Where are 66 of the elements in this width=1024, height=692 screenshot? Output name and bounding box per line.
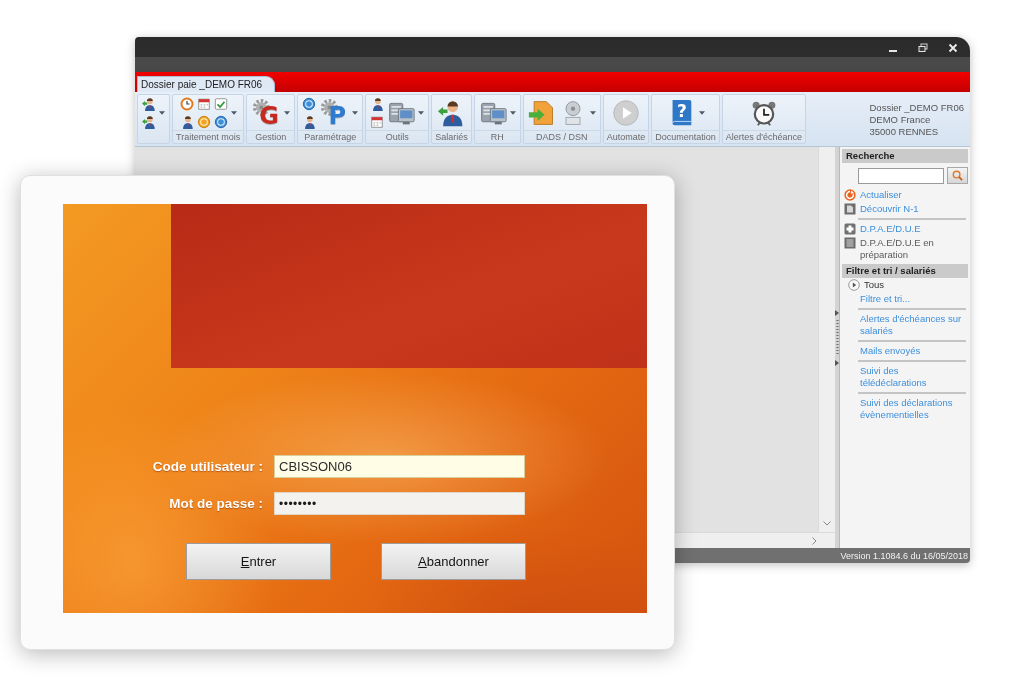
password-field[interactable]: ••••••••: [274, 492, 525, 515]
caret-icon[interactable]: [509, 110, 516, 115]
arrow-right-icon[interactable]: [835, 360, 839, 366]
calendar-icon[interactable]: [370, 114, 385, 129]
filter-option[interactable]: Tous: [860, 279, 885, 291]
person-icon[interactable]: [370, 96, 385, 111]
caret-icon[interactable]: [589, 110, 596, 115]
file-info-text: 35000 RENNES: [869, 126, 940, 138]
search-field[interactable]: [858, 167, 944, 184]
person-icon[interactable]: [302, 114, 317, 129]
file-info-text: Dossier _DEMO FR06: [869, 102, 964, 114]
ribbon-group-label: Automate: [603, 130, 649, 143]
caret-icon[interactable]: [418, 110, 425, 115]
ribbon-group-label: DADS / DSN: [523, 130, 600, 143]
person-icon[interactable]: [142, 114, 156, 129]
sidebar-link[interactable]: Actualiser: [860, 189, 902, 201]
restore-icon[interactable]: [918, 43, 928, 53]
close-icon[interactable]: [948, 43, 958, 53]
sidebar-link[interactable]: Mails envoyés: [860, 345, 921, 357]
section-header: Recherche: [842, 149, 968, 163]
ribbon-group-label: RH: [474, 130, 520, 143]
chevron-right-icon[interactable]: [812, 536, 817, 545]
caret-icon[interactable]: [699, 110, 705, 115]
checkmark-icon[interactable]: [213, 96, 228, 111]
ribbon-group-label: Documentation: [652, 130, 719, 143]
ribbon-group-label: Outils: [366, 130, 429, 143]
ribbon-group-label: Alertes d'échéance: [722, 130, 806, 143]
ribbon-group-label: Salariés: [432, 130, 471, 143]
caret-icon[interactable]: [352, 110, 359, 115]
search-button[interactable]: [947, 167, 968, 184]
sidebar-link[interactable]: Suivi des télédéclarations: [860, 365, 964, 389]
coin-icon[interactable]: [302, 96, 317, 111]
person-icon[interactable]: [142, 96, 156, 111]
field-label: Mot de passe :: [168, 496, 263, 511]
search-icon: [952, 170, 963, 181]
cancel-button[interactable]: Abandonner: [381, 543, 526, 580]
play-circle-icon: [848, 279, 860, 291]
caret-icon[interactable]: [284, 110, 291, 115]
ribbon-group-label: Gestion: [247, 130, 295, 143]
arrow-right-icon[interactable]: [835, 310, 839, 316]
field-label: Code utilisateur :: [151, 459, 263, 474]
refresh-icon: [844, 189, 856, 201]
caret-icon[interactable]: [159, 110, 165, 115]
file-info-text: DEMO France: [869, 114, 932, 126]
chevron-down-icon[interactable]: [823, 521, 831, 526]
enter-button[interactable]: Entrer: [186, 543, 331, 580]
list-icon: [844, 237, 856, 249]
section-header: Filtre et tri / salariés: [842, 264, 968, 278]
sidebar-text: D.P.A.E/D.U.E en préparation: [860, 237, 935, 261]
document-icon[interactable]: [527, 98, 556, 127]
ribbon-group-label: Traitement mois: [173, 130, 244, 143]
document-icon: [844, 203, 856, 215]
plus-icon: [844, 223, 856, 235]
calendar-icon[interactable]: [196, 96, 211, 111]
username-field[interactable]: CBISSON06: [274, 455, 525, 478]
version-text: Version 1.1084.6 du 16/05/2018: [840, 550, 968, 561]
sidebar-link[interactable]: Alertes d'échéances sur salariés: [860, 313, 964, 337]
sidebar-link[interactable]: Suivi des déclarations évènementielles: [860, 397, 964, 421]
sidebar-link[interactable]: Découvrir N-1: [860, 203, 919, 215]
coin-icon[interactable]: [213, 114, 228, 129]
tab[interactable]: Dossier paie _DEMO FR06: [137, 76, 276, 92]
caret-icon[interactable]: [230, 110, 237, 115]
grip-icon[interactable]: [835, 320, 839, 356]
sidebar-link[interactable]: Filtre et tri...: [860, 293, 911, 305]
ribbon-group-label: Paramétrage: [298, 130, 363, 143]
sidebar-link[interactable]: D.P.A.E/D.U.E: [860, 223, 921, 235]
